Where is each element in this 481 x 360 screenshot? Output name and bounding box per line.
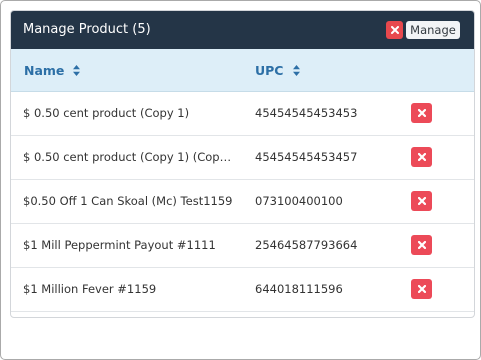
product-upc: 45454545453457 <box>255 150 358 164</box>
delete-icon <box>417 109 426 117</box>
manage-product-window: Manage Product (5) Manage Name UPC $ 0.5… <box>0 0 481 360</box>
product-name: $1 Mill Peppermint Payout #1111 <box>23 238 216 252</box>
delete-icon <box>417 241 426 249</box>
table-row: $ 0.50 cent product (Copy 1) (Copy 1) 45… <box>11 136 474 180</box>
table-row: $1 Million Fever #1159 644018111596 <box>11 268 474 312</box>
table-row: $ 0.50 cent product (Copy 1) 45454545453… <box>11 92 474 136</box>
product-list: $ 0.50 cent product (Copy 1) 45454545453… <box>11 92 474 312</box>
table-row: $1 Mill Peppermint Payout #1111 25464587… <box>11 224 474 268</box>
delete-button[interactable] <box>411 147 432 167</box>
product-upc: 073100400100 <box>255 194 343 208</box>
sort-icon <box>292 65 300 76</box>
delete-button[interactable] <box>411 103 432 123</box>
column-header-upc-label: UPC <box>255 63 284 78</box>
panel-title: Manage Product (5) <box>23 22 151 37</box>
product-name: $ 0.50 cent product (Copy 1) (Copy 1) <box>23 150 233 164</box>
delete-button[interactable] <box>411 279 432 299</box>
delete-icon <box>417 153 426 161</box>
column-header-name-label: Name <box>24 63 65 78</box>
sort-icon <box>73 65 81 76</box>
product-upc: 25464587793664 <box>255 238 358 252</box>
close-button[interactable] <box>386 21 403 39</box>
manage-product-panel: Manage Product (5) Manage Name UPC $ 0.5… <box>10 10 475 318</box>
product-name: $0.50 Off 1 Can Skoal (Mc) Test1159 <box>23 194 233 208</box>
manage-button[interactable]: Manage <box>406 21 460 39</box>
delete-icon <box>417 197 426 205</box>
table-header: Name UPC <box>11 49 474 92</box>
close-icon <box>390 26 399 34</box>
delete-button[interactable] <box>411 191 432 211</box>
delete-button[interactable] <box>411 235 432 255</box>
column-header-upc[interactable]: UPC <box>255 63 300 78</box>
product-name: $1 Million Fever #1159 <box>23 282 157 296</box>
product-name: $ 0.50 cent product (Copy 1) <box>23 106 190 120</box>
column-header-name[interactable]: Name <box>24 63 81 78</box>
panel-header: Manage Product (5) Manage <box>11 11 474 49</box>
product-upc: 45454545453453 <box>255 106 358 120</box>
delete-icon <box>417 285 426 293</box>
table-row: $0.50 Off 1 Can Skoal (Mc) Test1159 0731… <box>11 180 474 224</box>
product-upc: 644018111596 <box>255 282 343 296</box>
